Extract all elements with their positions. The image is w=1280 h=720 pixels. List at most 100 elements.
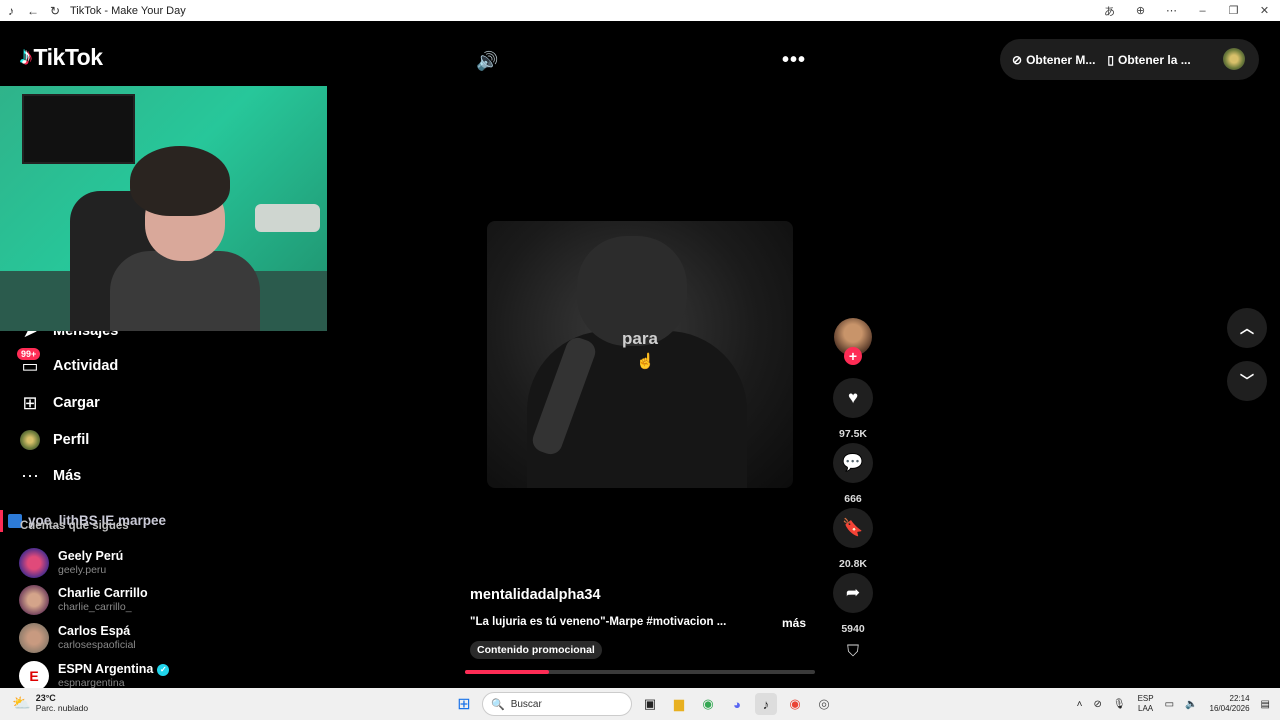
- chrome-icon[interactable]: ◉: [784, 693, 806, 715]
- avatar: [20, 430, 40, 450]
- tiktok-app-icon[interactable]: ♪: [755, 693, 777, 715]
- windows-taskbar: ⛅ 23°C Parc. nublado ⊞ 🔍 Buscar ▣ ▆ ◉ ◕ …: [0, 688, 1280, 720]
- webcam-overlay: [0, 86, 327, 331]
- music-disc-icon[interactable]: ⛉: [843, 643, 863, 667]
- save-count: 20.8K: [838, 558, 868, 570]
- steam-icon[interactable]: ◎: [813, 693, 835, 715]
- translate-icon[interactable]: あ: [1094, 3, 1125, 19]
- reload-icon[interactable]: ↻: [44, 4, 66, 18]
- account-username: carlosespaoficial: [58, 639, 136, 651]
- previous-video-button[interactable]: ︿: [1227, 308, 1267, 348]
- get-app-label: Obtener la ...: [1118, 52, 1191, 67]
- comment-action[interactable]: 💬 666: [833, 443, 873, 505]
- notification-icon[interactable]: ▤: [1261, 699, 1270, 710]
- video-progress-bar[interactable]: [465, 670, 815, 674]
- following-account[interactable]: Carlos Espá carlosespaoficial: [19, 623, 319, 653]
- volume-icon[interactable]: 🔊: [476, 51, 498, 72]
- chrome-icon[interactable]: ◉: [697, 693, 719, 715]
- cloud-sun-icon: ⛅: [12, 695, 31, 712]
- top-actions-pill: ⊘ Obtener M... ▯ Obtener la ...: [1000, 39, 1259, 80]
- search-placeholder: Buscar: [510, 698, 542, 710]
- sidebar-item-upload[interactable]: ⊞ Cargar: [20, 388, 220, 418]
- following-account[interactable]: Geely Perú geely.peru: [19, 548, 319, 578]
- save-action[interactable]: 🔖 20.8K: [833, 508, 873, 570]
- discord-icon[interactable]: ◕: [726, 693, 748, 715]
- coin-icon: ⊘: [1012, 52, 1023, 67]
- network-off-icon[interactable]: ⊘: [1093, 699, 1101, 710]
- tiktok-page: ♪ TikTok ➤ Mensajes ▭99+ Actividad ⊞ Car…: [0, 21, 1280, 688]
- get-coins-button[interactable]: ⊘ Obtener M...: [1012, 53, 1095, 67]
- microphone-icon[interactable]: 🎙: [1113, 699, 1126, 710]
- close-button[interactable]: ✕: [1249, 4, 1280, 17]
- avatar: [19, 585, 49, 615]
- sidebar-item-label: Actividad: [53, 358, 119, 374]
- chevron-down-icon: ﹀: [1240, 373, 1254, 389]
- webcam-lamp: [255, 204, 320, 232]
- next-video-button[interactable]: ﹀: [1227, 361, 1267, 401]
- video-author[interactable]: mentalidadalpha34: [470, 587, 601, 603]
- language-indicator[interactable]: ESP LAA: [1138, 694, 1154, 714]
- video-progress-fill: [465, 670, 549, 674]
- like-action[interactable]: ♥ 97.5K: [833, 378, 873, 440]
- account-name: ESPN Argentina: [58, 662, 154, 676]
- description-more-link[interactable]: más: [782, 616, 806, 630]
- account-name: Charlie Carrillo: [58, 586, 148, 600]
- sidebar-item-label: Más: [53, 468, 82, 484]
- share-action[interactable]: ➦ 5940: [833, 573, 873, 635]
- clock-time: 22:14: [1229, 694, 1250, 703]
- zoom-icon[interactable]: ⊕: [1125, 4, 1156, 17]
- follow-plus-icon[interactable]: +: [844, 347, 862, 365]
- tiktok-note-icon: ♪: [20, 43, 32, 70]
- hand-cursor-icon: ☝: [636, 353, 655, 370]
- avatar[interactable]: [1223, 48, 1245, 70]
- account-name: Geely Perú: [58, 549, 124, 563]
- sidebar-item-activity[interactable]: ▭ 99+ Actividad: [17, 348, 220, 381]
- windows-start-icon[interactable]: ⊞: [453, 693, 475, 715]
- avatar: [19, 623, 49, 653]
- back-icon[interactable]: ←: [22, 4, 44, 18]
- search-icon: 🔍: [491, 698, 505, 711]
- display-icon[interactable]: ▭: [1165, 699, 1174, 710]
- speaker-icon[interactable]: 🔈: [1185, 699, 1197, 710]
- tiktok-logo[interactable]: ♪ TikTok: [20, 43, 103, 71]
- logo-text: TikTok: [33, 43, 104, 70]
- video-description: "La lujuria es tú veneno"-Marpe #motivac…: [470, 616, 727, 628]
- restore-button[interactable]: ❐: [1218, 4, 1249, 17]
- video-player[interactable]: para ☝: [487, 221, 793, 488]
- language-code: ESP: [1137, 694, 1154, 703]
- following-account[interactable]: E ESPN Argentina ✓ espnargentina: [19, 661, 319, 688]
- layout-code: LAA: [1138, 704, 1154, 713]
- bookmark-icon[interactable]: 🔖: [833, 508, 873, 548]
- following-account[interactable]: Charlie Carrillo charlie_carrillo_: [19, 585, 319, 615]
- promo-tag: Contenido promocional: [470, 641, 602, 659]
- account-username: charlie_carrillo_: [58, 601, 132, 613]
- get-coins-label: Obtener M...: [1026, 52, 1096, 67]
- more-options-icon[interactable]: •••: [782, 49, 806, 72]
- verified-icon: ✓: [157, 663, 170, 676]
- get-app-button[interactable]: ▯ Obtener la ...: [1107, 53, 1190, 67]
- task-view-icon[interactable]: ▣: [639, 693, 661, 715]
- following-section-title: Cuentas que sigues: [20, 520, 129, 532]
- minimize-button[interactable]: –: [1187, 5, 1218, 17]
- chevron-up-icon: ︿: [1240, 320, 1254, 336]
- clock[interactable]: 22:14 16/04/2026: [1210, 694, 1250, 714]
- webcam-person: [110, 146, 260, 331]
- sidebar-item-label: Cargar: [53, 395, 100, 411]
- sidebar-item-more[interactable]: ⋯ Más: [20, 461, 220, 491]
- taskbar-search-box[interactable]: 🔍 Buscar: [482, 692, 632, 716]
- sidebar-item-profile[interactable]: Perfil: [20, 425, 220, 455]
- heart-icon[interactable]: ♥: [833, 378, 873, 418]
- video-caption: para: [622, 329, 658, 348]
- account-username: geely.peru: [58, 564, 107, 576]
- webcam-tv: [22, 94, 135, 164]
- weather-widget[interactable]: ⛅ 23°C Parc. nublado: [12, 693, 88, 713]
- avatar: E: [19, 661, 49, 688]
- menu-icon[interactable]: ⋯: [1156, 4, 1187, 17]
- chevron-up-icon[interactable]: ˄: [1077, 699, 1083, 710]
- avatar: [19, 548, 49, 578]
- file-explorer-icon[interactable]: ▆: [668, 693, 690, 715]
- like-count: 97.5K: [838, 428, 868, 440]
- share-icon[interactable]: ➦: [833, 573, 873, 613]
- window-titlebar: ♪ ← ↻ TikTok - Make Your Day あ ⊕ ⋯ – ❐ ✕: [0, 0, 1280, 21]
- comment-icon[interactable]: 💬: [833, 443, 873, 483]
